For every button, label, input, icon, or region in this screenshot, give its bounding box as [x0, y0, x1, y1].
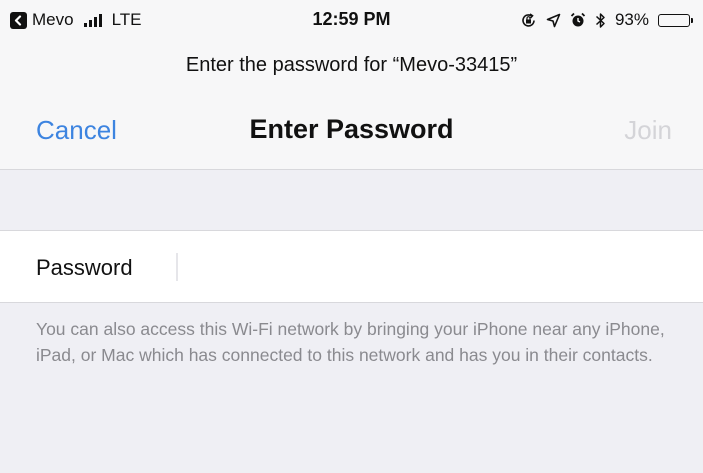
status-right: 93%: [520, 9, 693, 31]
cancel-button[interactable]: Cancel: [36, 115, 117, 146]
join-button[interactable]: Join: [624, 115, 672, 146]
battery-percent: 93%: [614, 10, 649, 29]
password-label: Password: [36, 255, 133, 280]
battery-icon: [658, 13, 693, 27]
password-row[interactable]: Password: [0, 230, 703, 303]
status-bar: Mevo LTE 12:59 PM 93%: [0, 0, 703, 40]
screen-lock-rotation-icon: [520, 12, 537, 29]
bluetooth-icon: [595, 12, 606, 29]
wifi-sharing-footnote: You can also access this Wi-Fi network b…: [36, 319, 665, 365]
header-divider: [0, 169, 703, 170]
header-area: Mevo LTE 12:59 PM 93% Enter the password…: [0, 0, 703, 170]
alarm-icon: [570, 12, 586, 28]
location-arrow-icon: [546, 13, 561, 28]
password-field[interactable]: [178, 245, 678, 289]
network-prompt: Enter the password for “Mevo-33415”: [185, 54, 518, 76]
